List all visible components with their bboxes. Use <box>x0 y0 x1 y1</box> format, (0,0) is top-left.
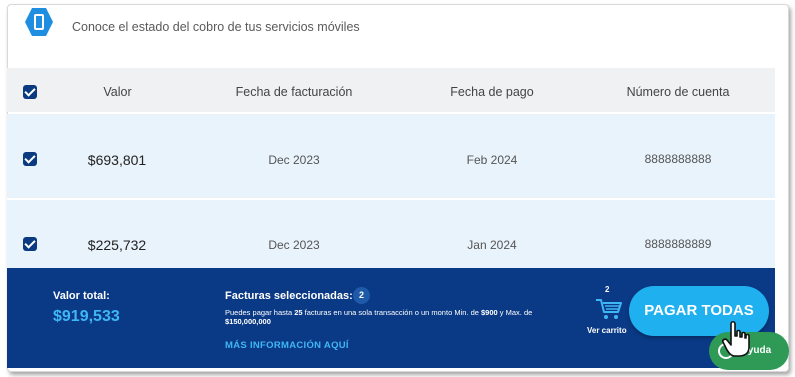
hand-cursor-icon <box>722 320 750 357</box>
row-cuenta: 8888888889 <box>644 237 712 251</box>
payment-summary-bar: Valor total: $919,533 Facturas seleccion… <box>7 268 775 368</box>
view-cart-link[interactable]: Ver carrito <box>587 326 627 335</box>
row-fecha-facturacion: Dec 2023 <box>268 153 320 167</box>
row-valor: $693,801 <box>87 152 147 168</box>
total-label: Valor total: <box>53 290 110 302</box>
row-checkbox[interactable] <box>23 152 37 166</box>
shopping-cart-icon[interactable] <box>594 297 624 321</box>
row-valor: $225,732 <box>87 237 147 253</box>
column-numero-cuenta: Número de cuenta <box>626 85 730 99</box>
row-cuenta: 8888888888 <box>644 152 712 166</box>
column-fecha-facturacion: Fecha de facturación <box>235 85 353 99</box>
row-fecha-pago: Jan 2024 <box>467 238 517 252</box>
total-value: $919,533 <box>53 308 120 325</box>
column-valor: Valor <box>103 85 132 99</box>
row-fecha-facturacion: Dec 2023 <box>268 238 320 252</box>
header-text: Conoce el estado del cobro de tus servic… <box>72 20 360 34</box>
select-all-checkbox[interactable] <box>23 85 37 99</box>
more-info-link[interactable]: MÁS INFORMACIÓN AQUÍ <box>225 340 349 351</box>
row-checkbox[interactable] <box>23 237 37 251</box>
payment-limits-note: Puedes pagar hasta 25 facturas en una so… <box>225 308 533 326</box>
column-fecha-pago: Fecha de pago <box>450 85 534 99</box>
selected-count-badge: 2 <box>353 287 370 304</box>
selected-invoices-label: Facturas seleccionadas: <box>225 290 353 302</box>
cart-count: 2 <box>605 285 610 294</box>
row-fecha-pago: Feb 2024 <box>466 153 518 167</box>
